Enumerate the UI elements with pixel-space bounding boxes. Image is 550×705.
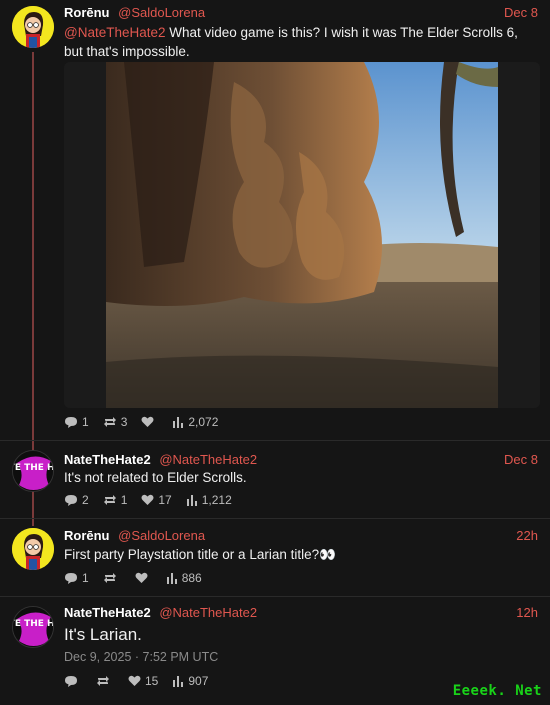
heart-icon bbox=[135, 572, 148, 583]
avatar[interactable] bbox=[12, 528, 54, 570]
like-count[interactable]: 17 bbox=[141, 493, 172, 507]
reply-count-value: 1 bbox=[82, 571, 89, 585]
mention-link[interactable]: @NateTheHate2 bbox=[64, 25, 166, 40]
post-lorena-followup[interactable]: Rorēnu @SaldoLorena 22h First party Play… bbox=[0, 520, 550, 592]
avatar[interactable]: NATE THE HATE bbox=[12, 450, 54, 492]
comment-icon bbox=[65, 675, 77, 687]
comment-icon bbox=[65, 416, 77, 428]
reply-count[interactable]: 1 bbox=[64, 571, 89, 585]
avatar-logo-icon: NATE THE HATE bbox=[13, 607, 54, 647]
post-image[interactable] bbox=[64, 62, 540, 408]
reply-count-value: 1 bbox=[82, 415, 89, 429]
avatar-logo-text: NATE THE HATE bbox=[13, 619, 54, 629]
display-name[interactable]: NateTheHate2 bbox=[64, 605, 151, 620]
post-time[interactable]: Dec 8 bbox=[504, 452, 538, 467]
sculpture-photo bbox=[64, 62, 540, 408]
divider bbox=[0, 518, 550, 519]
post-time[interactable]: 12h bbox=[516, 605, 538, 620]
engagement-bar: 2 1 17 1,212 bbox=[64, 492, 246, 508]
reply-count[interactable]: 1 bbox=[64, 415, 89, 429]
reply-count-value: 2 bbox=[82, 493, 89, 507]
heart-icon bbox=[141, 416, 154, 427]
avatar-cartoon-icon bbox=[12, 528, 54, 570]
views-icon bbox=[166, 572, 177, 584]
user-handle[interactable]: @NateTheHate2 bbox=[159, 605, 257, 620]
post-time[interactable]: Dec 8 bbox=[504, 5, 538, 20]
engagement-bar: 1 3 2,072 bbox=[64, 414, 232, 430]
engagement-bar: 1 886 bbox=[64, 570, 216, 586]
post-text: It's not related to Elder Scrolls. bbox=[64, 470, 247, 485]
engagement-bar: 15 907 bbox=[64, 673, 222, 689]
views-icon bbox=[173, 675, 184, 687]
post-time[interactable]: 22h bbox=[516, 528, 538, 543]
display-name[interactable]: NateTheHate2 bbox=[64, 452, 151, 467]
post-text: @NateTheHate2 What video game is this? I… bbox=[64, 23, 538, 61]
watermark-text: Eeeek. Net bbox=[452, 683, 542, 699]
reply-count[interactable]: 2 bbox=[64, 493, 89, 507]
post-text: It's Larian. bbox=[64, 625, 142, 644]
comment-icon bbox=[65, 572, 77, 584]
avatar-logo-text: NATE THE HATE bbox=[13, 463, 54, 473]
like-count-value: 17 bbox=[158, 493, 172, 507]
like-count[interactable]: 15 bbox=[128, 674, 158, 688]
heart-icon bbox=[141, 494, 154, 505]
view-count: 2,072 bbox=[172, 415, 218, 429]
view-count: 907 bbox=[172, 674, 208, 688]
view-count-value: 2,072 bbox=[188, 415, 219, 429]
divider bbox=[0, 440, 550, 441]
repost-count-value: 3 bbox=[120, 415, 128, 429]
repost-icon bbox=[103, 417, 116, 427]
repost-icon bbox=[103, 495, 116, 505]
view-count: 886 bbox=[166, 571, 202, 585]
avatar[interactable]: NATE THE HATE bbox=[12, 606, 54, 648]
repost-count[interactable]: 1 bbox=[103, 493, 128, 507]
repost-count-value: 1 bbox=[120, 493, 128, 507]
avatar-cartoon-icon bbox=[12, 6, 54, 48]
view-count-value: 1,212 bbox=[201, 493, 232, 507]
repost-icon bbox=[103, 573, 116, 583]
avatar-logo-icon: NATE THE HATE bbox=[13, 451, 54, 491]
comment-icon bbox=[65, 494, 77, 506]
heart-icon bbox=[128, 675, 141, 686]
user-handle[interactable]: @NateTheHate2 bbox=[159, 452, 257, 467]
reply-count[interactable] bbox=[64, 675, 82, 688]
post-nate-reply[interactable]: NATE THE HATE NateTheHate2 @NateTheHate2… bbox=[0, 446, 550, 516]
view-count-value: 886 bbox=[181, 571, 202, 585]
repost-count[interactable] bbox=[96, 675, 114, 687]
repost-icon bbox=[97, 676, 109, 686]
view-count-value: 907 bbox=[188, 674, 209, 688]
views-icon bbox=[173, 416, 184, 428]
post-text: First party Playstation title or a Laria… bbox=[64, 547, 336, 562]
avatar[interactable] bbox=[12, 6, 54, 48]
display-name[interactable]: Rorēnu bbox=[64, 5, 110, 20]
post-full-date[interactable]: Dec 9, 2025 · 7:52 PM UTC bbox=[64, 650, 218, 664]
views-icon bbox=[186, 494, 197, 506]
like-count[interactable] bbox=[141, 416, 158, 428]
divider bbox=[0, 596, 550, 597]
display-name[interactable]: Rorēnu bbox=[64, 528, 110, 543]
like-count-value: 15 bbox=[145, 674, 159, 688]
like-count[interactable] bbox=[135, 572, 152, 584]
view-count: 1,212 bbox=[186, 493, 232, 507]
repost-count[interactable]: 3 bbox=[103, 415, 128, 429]
post-lorena-question[interactable]: Rorēnu @SaldoLorena Dec 8 @NateTheHate2 … bbox=[0, 0, 550, 430]
user-handle[interactable]: @SaldoLorena bbox=[118, 5, 205, 20]
user-handle[interactable]: @SaldoLorena bbox=[118, 528, 205, 543]
repost-count[interactable] bbox=[103, 572, 121, 584]
